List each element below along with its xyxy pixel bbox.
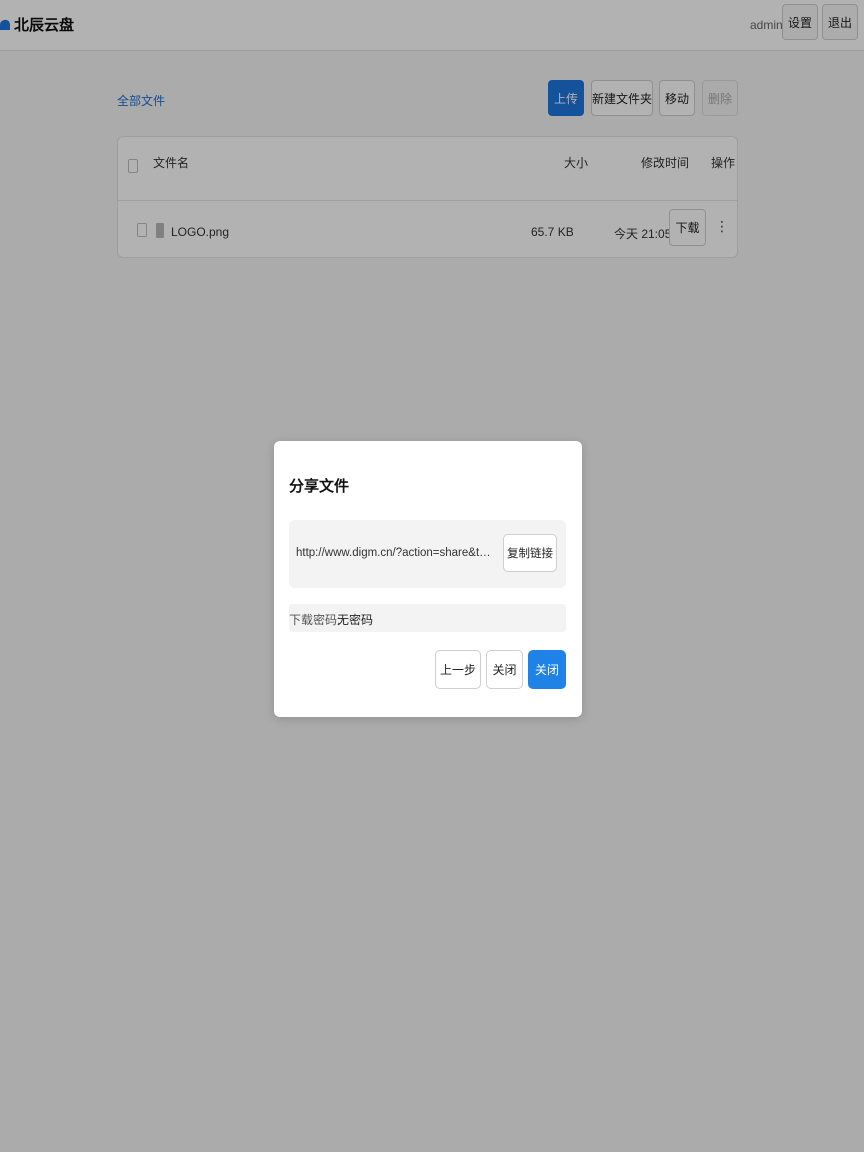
password-row: 下载密码: 无密码 (289, 604, 566, 632)
share-dialog: 分享文件 http://www.digm.cn/?action=share&to… (274, 441, 582, 717)
share-link-box: http://www.digm.cn/?action=share&token=3… (289, 520, 566, 588)
password-value: 无密码 (337, 613, 374, 627)
share-url[interactable]: http://www.digm.cn/?action=share&token=3… (296, 547, 496, 559)
password-label: 下载密码: (289, 613, 341, 627)
dialog-title: 分享文件 (289, 478, 350, 495)
previous-step-button[interactable]: 上一步 (435, 650, 481, 689)
close-primary-button[interactable]: 关闭 (528, 650, 566, 689)
close-button[interactable]: 关闭 (486, 650, 523, 689)
copy-link-button[interactable]: 复制链接 (503, 534, 557, 572)
